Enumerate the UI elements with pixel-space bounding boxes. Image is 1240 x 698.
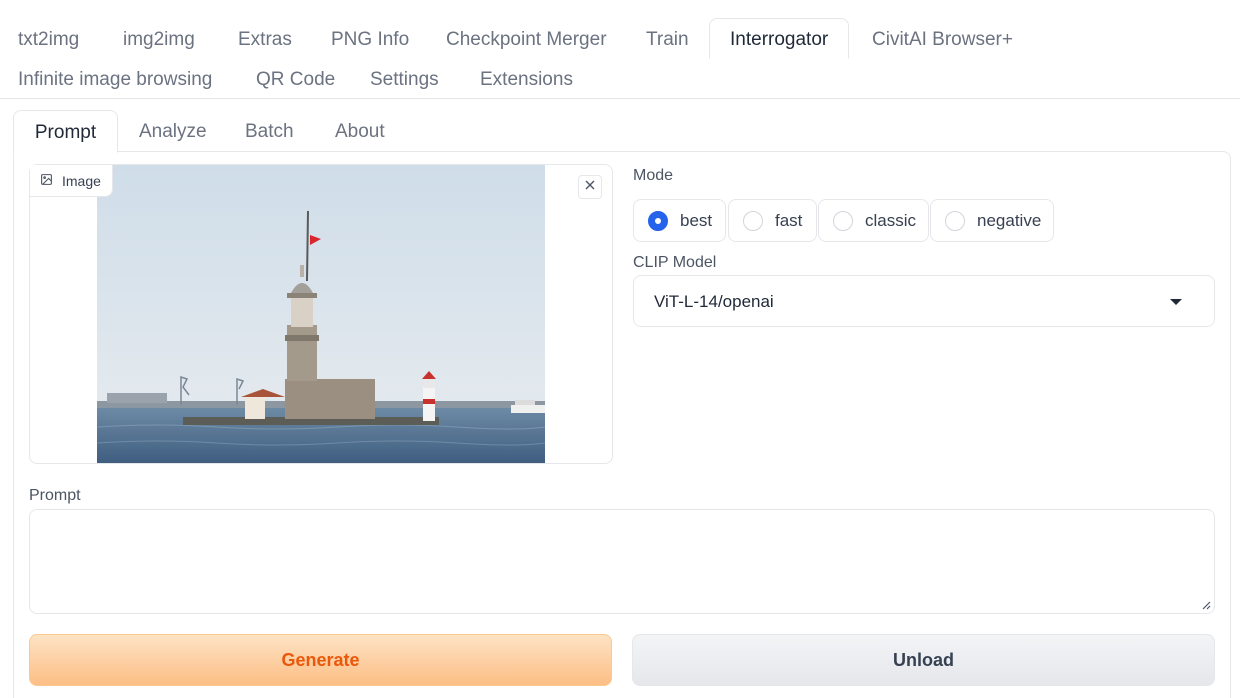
image-label: Image: [30, 165, 113, 197]
tab-checkpoint-merger[interactable]: Checkpoint Merger: [446, 20, 607, 60]
prompt-label: Prompt: [29, 487, 81, 504]
uploaded-image: [97, 165, 545, 463]
tab-img2img[interactable]: img2img: [123, 20, 195, 60]
radio-indicator: [743, 210, 763, 231]
chevron-down-icon: [1170, 299, 1182, 305]
mode-option-negative[interactable]: negative: [930, 199, 1054, 242]
image-icon: [40, 173, 53, 189]
top-tab-bar: txt2img img2img Extras PNG Info Checkpoi…: [0, 0, 1240, 99]
mode-option-best[interactable]: best: [633, 199, 726, 242]
tab-png-info[interactable]: PNG Info: [331, 20, 409, 60]
subtab-analyze[interactable]: Analyze: [139, 110, 207, 152]
subtab-batch[interactable]: Batch: [245, 110, 294, 152]
tab-infinite-image-browsing[interactable]: Infinite image browsing: [18, 60, 212, 100]
clear-image-button[interactable]: [578, 175, 602, 199]
subtab-prompt[interactable]: Prompt: [13, 110, 118, 153]
mode-option-label: classic: [865, 210, 917, 230]
close-icon: [584, 178, 596, 196]
clip-model-label: CLIP Model: [633, 254, 717, 271]
tab-txt2img[interactable]: txt2img: [18, 20, 79, 60]
subtab-about[interactable]: About: [335, 110, 385, 152]
mode-option-label: best: [680, 210, 713, 230]
image-label-text: Image: [62, 172, 101, 189]
generate-button[interactable]: Generate: [29, 634, 612, 686]
clip-model-select[interactable]: ViT-L-14/openai: [633, 275, 1215, 327]
mode-option-classic[interactable]: classic: [818, 199, 929, 242]
radio-indicator: [833, 210, 853, 231]
prompt-textarea[interactable]: [29, 509, 1215, 614]
tab-civitai-browser[interactable]: CivitAI Browser+: [872, 20, 1013, 60]
mode-option-label: fast: [775, 210, 803, 230]
tab-extras[interactable]: Extras: [238, 20, 292, 60]
resize-grip-icon[interactable]: [1201, 600, 1211, 610]
tab-settings[interactable]: Settings: [370, 60, 439, 100]
clip-model-value: ViT-L-14/openai: [654, 292, 774, 311]
mode-option-fast[interactable]: fast: [728, 199, 817, 242]
mode-label: Mode: [633, 167, 674, 184]
tab-qr-code[interactable]: QR Code: [256, 60, 335, 100]
radio-indicator: [945, 210, 965, 231]
mode-option-label: negative: [977, 210, 1042, 230]
sub-tab-bar: Prompt Analyze Batch About: [0, 110, 1240, 153]
tab-extensions[interactable]: Extensions: [480, 60, 573, 100]
unload-button[interactable]: Unload: [632, 634, 1215, 686]
tab-train[interactable]: Train: [646, 20, 689, 60]
tab-interrogator[interactable]: Interrogator: [709, 18, 850, 59]
radio-indicator: [648, 210, 668, 231]
